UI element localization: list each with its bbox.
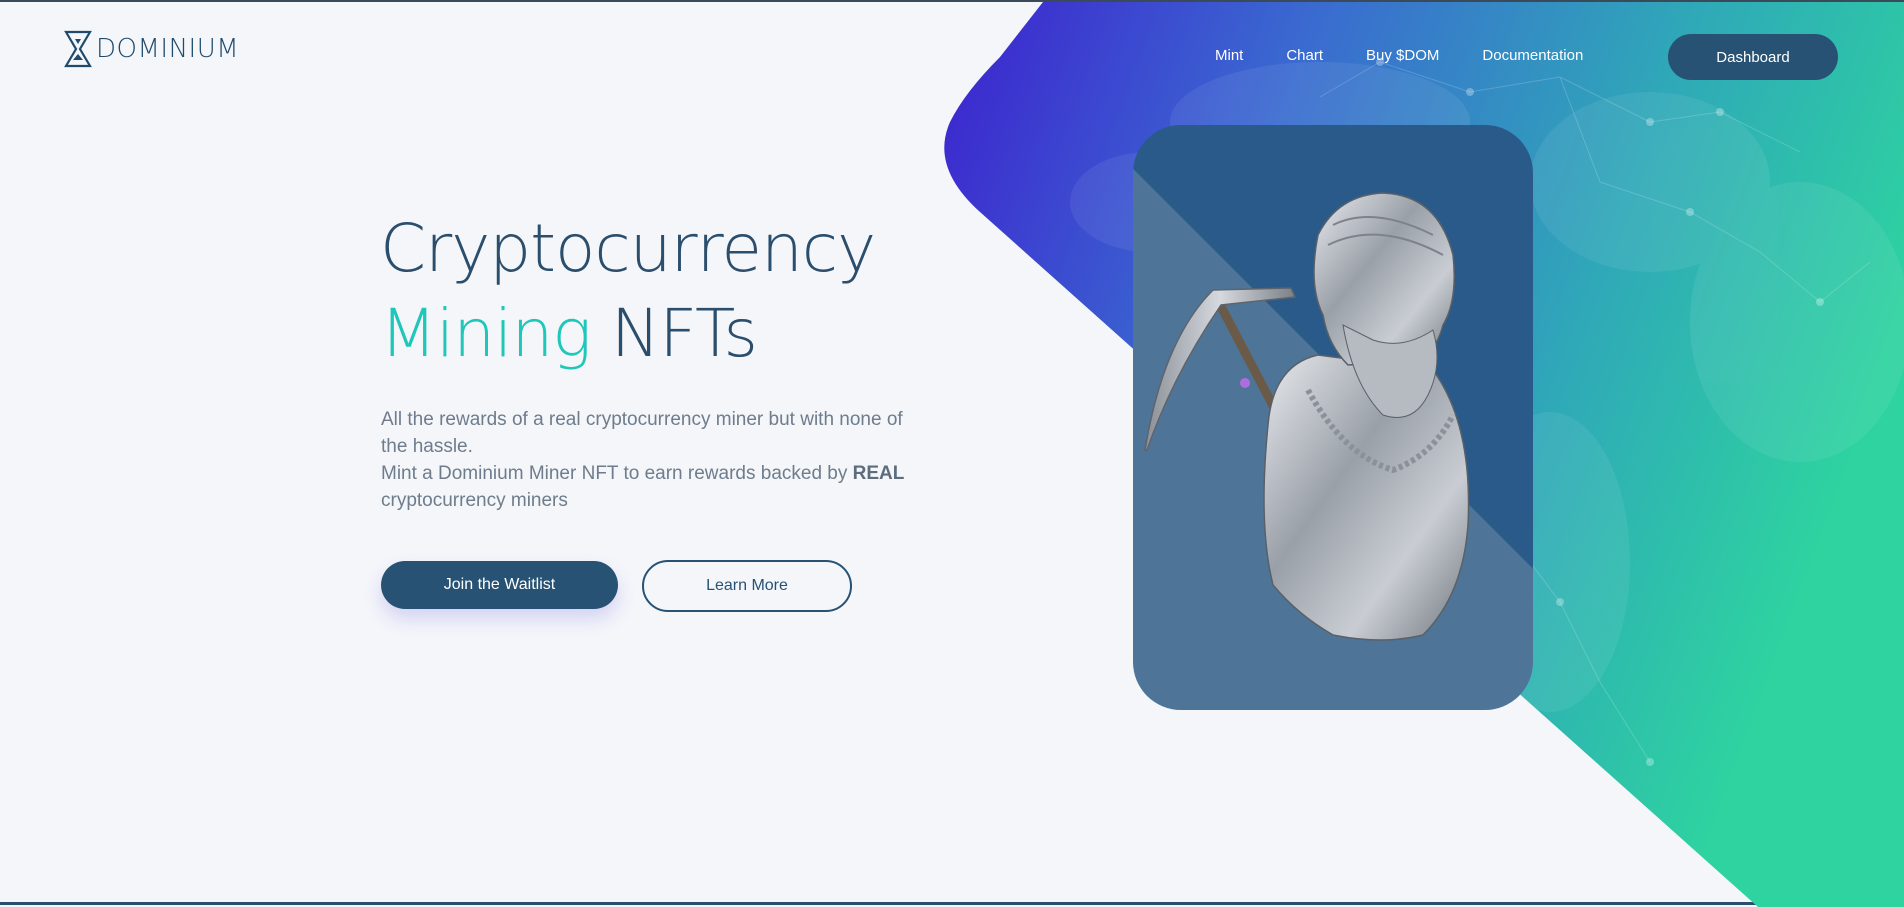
hero-description-line2-end: cryptocurrency miners xyxy=(381,490,568,511)
nav-item-chart[interactable]: Chart xyxy=(1286,46,1323,66)
brand-logo[interactable]: DOMINIUM xyxy=(64,30,239,68)
nav-item-buy-dom[interactable]: Buy $DOM xyxy=(1366,46,1439,66)
miner-bust-icon xyxy=(1144,192,1470,641)
nav-item-mint[interactable]: Mint xyxy=(1215,46,1243,66)
hero-description-line2: Mint a Dominium Miner NFT to earn reward… xyxy=(381,463,848,484)
join-waitlist-button[interactable]: Join the Waitlist xyxy=(381,561,618,609)
hero-gradient-background xyxy=(944,2,1904,907)
nft-artwork-card xyxy=(1133,125,1533,710)
hero-description: All the rewards of a real cryptocurrency… xyxy=(381,406,921,514)
hero-description-emphasis: REAL xyxy=(852,463,905,484)
hero-description-line1: All the rewards of a real cryptocurrency… xyxy=(381,409,903,457)
hero-title-line1: Cryptocurrency xyxy=(380,210,876,287)
dashboard-button[interactable]: Dashboard xyxy=(1668,34,1838,80)
brand-name: DOMINIUM xyxy=(96,34,240,64)
hero-title: Cryptocurrency Mining NFTs xyxy=(380,206,876,376)
main-nav: Mint Chart Buy $DOM Documentation xyxy=(1215,46,1626,66)
learn-more-button[interactable]: Learn More xyxy=(642,560,852,612)
hero-title-accent: Mining xyxy=(380,295,592,372)
hero-title-rest: NFTs xyxy=(610,295,758,372)
hourglass-logo-icon xyxy=(64,30,92,68)
nav-item-documentation[interactable]: Documentation xyxy=(1482,46,1583,66)
